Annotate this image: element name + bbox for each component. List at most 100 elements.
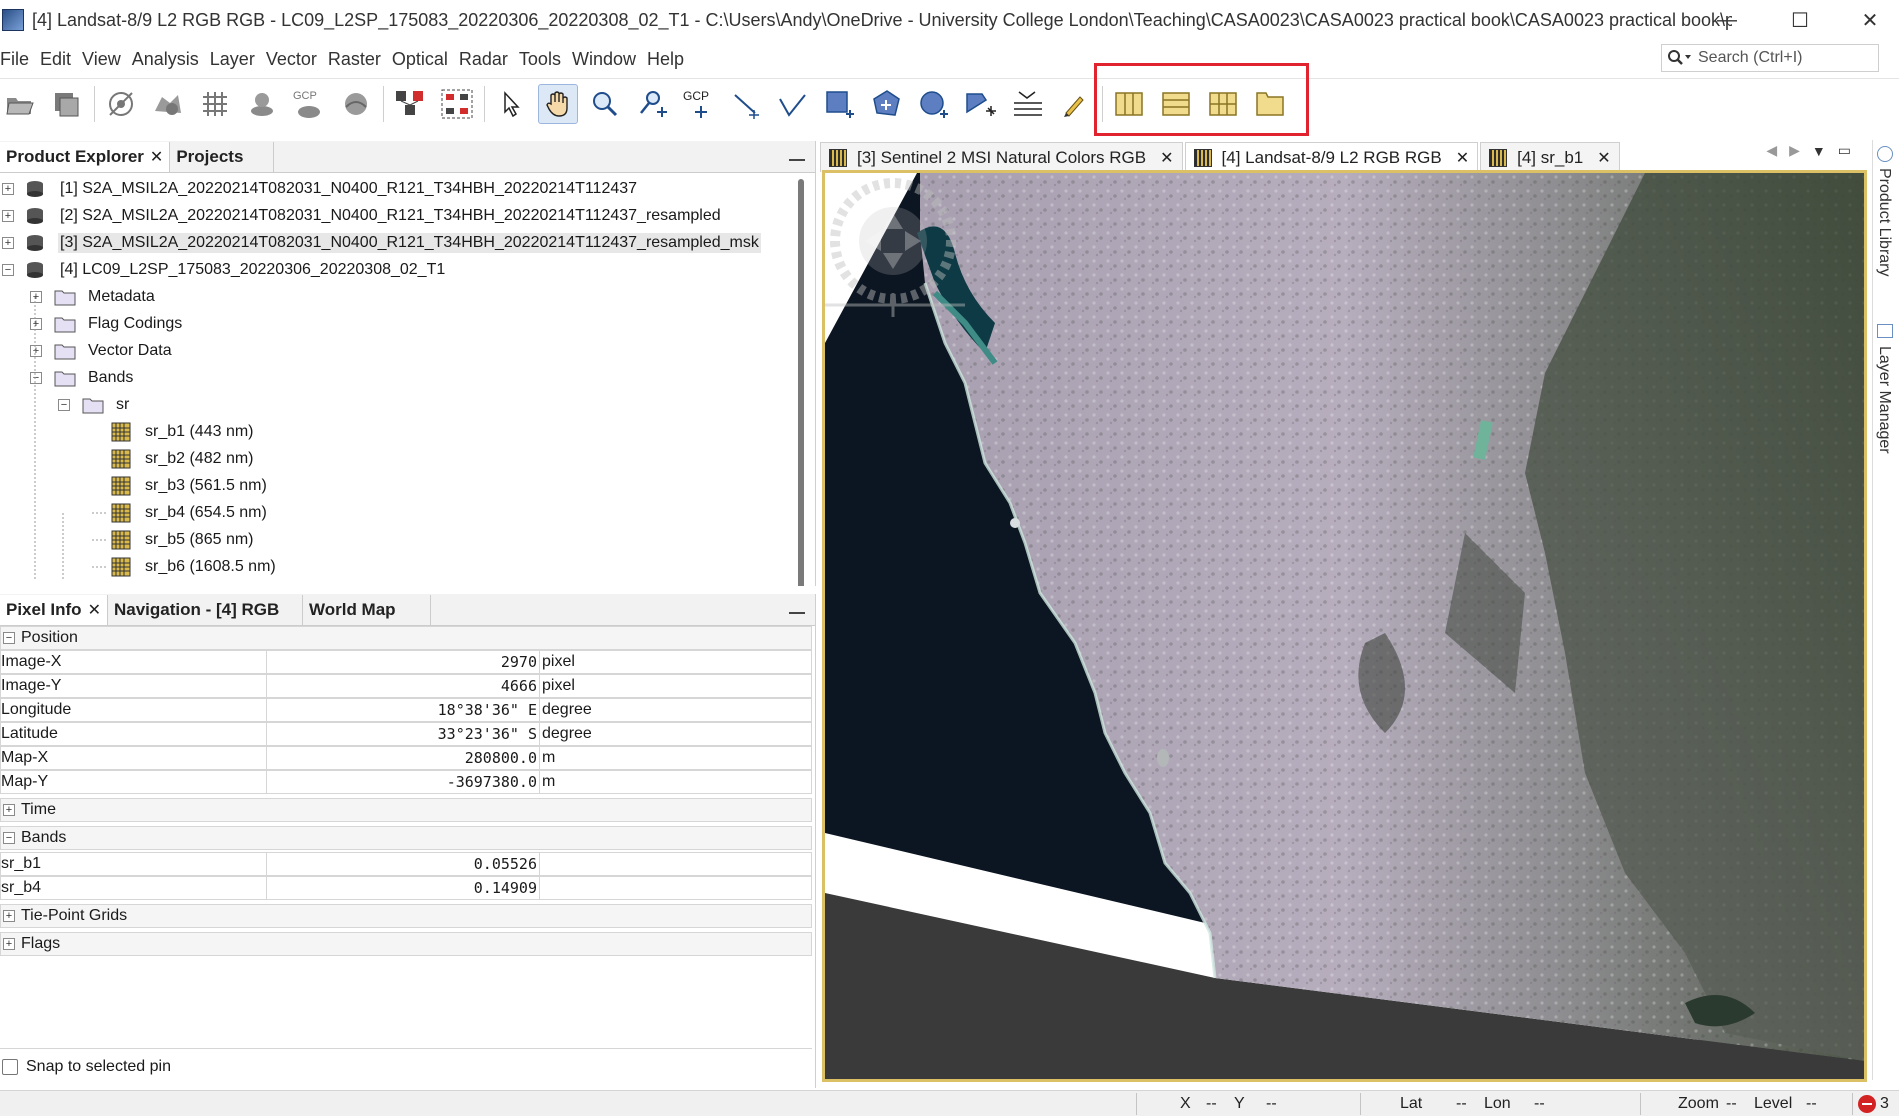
close-icon[interactable]: ✕ [150, 147, 163, 167]
scroll-right-icon[interactable]: ▶ [1789, 142, 1800, 159]
tree-item-band[interactable]: sr_b3 (561.5 nm) [0, 472, 800, 499]
close-icon[interactable]: ✕ [1456, 148, 1469, 168]
section-time[interactable]: + Time [0, 798, 812, 822]
expand-icon[interactable]: + [30, 344, 42, 357]
tree-item-product-4[interactable]: − [4] LC09_L2SP_175083_20220306_20220308… [0, 256, 800, 283]
magic-wand-button[interactable] [961, 84, 1001, 124]
tab-pixel-info[interactable]: Pixel Info ✕ [0, 595, 108, 625]
image-view[interactable] [822, 170, 1867, 1082]
tree-item-metadata[interactable]: + Metadata [0, 283, 800, 310]
close-icon[interactable]: ✕ [88, 600, 101, 620]
tree-item-band[interactable]: sr_b4 (654.5 nm) [0, 499, 800, 526]
tab-navigation[interactable]: Navigation - [4] RGB [108, 595, 303, 625]
map-layer-button[interactable] [148, 84, 188, 124]
polygon-drawing-button[interactable] [867, 84, 907, 124]
gcp-placing-button[interactable]: GCP [679, 84, 719, 124]
rectangle-drawing-button[interactable] [820, 84, 860, 124]
tab-landsat-rgb[interactable]: [4] Landsat-8/9 L2 RGB RGB ✕ [1184, 142, 1479, 172]
tree-item-product-1[interactable]: + [1] S2A_MSIL2A_20220214T082031_N0400_R… [0, 175, 800, 202]
tree-item-band[interactable]: sr_b2 (482 nm) [0, 445, 800, 472]
expand-icon[interactable]: + [3, 804, 15, 816]
tab-product-explorer[interactable]: Product Explorer ✕ [0, 142, 171, 172]
menu-radar[interactable]: Radar [459, 49, 517, 70]
expand-icon[interactable]: + [2, 182, 14, 195]
close-icon[interactable]: ✕ [1597, 148, 1610, 168]
save-product-button[interactable] [47, 84, 87, 124]
pin-placing-button[interactable] [632, 84, 672, 124]
tree-item-product-2[interactable]: + [2] S2A_MSIL2A_20220214T082031_N0400_R… [0, 202, 800, 229]
section-position[interactable]: − Position [0, 626, 812, 650]
tab-world-map[interactable]: World Map [303, 595, 431, 625]
minimize-panel-button[interactable] [789, 600, 805, 614]
collapse-icon[interactable]: − [3, 832, 15, 844]
close-button[interactable]: ✕ [1840, 0, 1899, 40]
layer-manager-icon[interactable] [1877, 324, 1893, 338]
error-count[interactable]: 3 [1880, 1095, 1889, 1113]
section-flags[interactable]: + Flags [0, 932, 812, 956]
menu-analysis[interactable]: Analysis [132, 49, 208, 70]
expand-icon[interactable]: + [30, 290, 42, 303]
maximize-button[interactable]: ☐ [1770, 0, 1830, 40]
expand-icon[interactable]: + [30, 317, 42, 330]
tree-item-vector-data[interactable]: + Vector Data [0, 337, 800, 364]
snap-to-pin-checkbox[interactable] [2, 1058, 18, 1075]
layer-manager-tab[interactable]: Layer Manager [1875, 346, 1893, 454]
select-tool-button[interactable] [491, 84, 531, 124]
range-finder-button[interactable] [1008, 84, 1048, 124]
product-library-tab[interactable]: Product Library [1875, 168, 1893, 277]
tab-sr-b1[interactable]: [4] sr_b1 ✕ [1480, 142, 1620, 172]
menu-edit[interactable]: Edit [40, 49, 80, 70]
collapse-icon[interactable]: − [3, 632, 15, 644]
tree-item-band[interactable]: sr_b1 (443 nm) [0, 418, 800, 445]
pin-tool-button[interactable] [242, 84, 282, 124]
section-bands[interactable]: − Bands [0, 826, 812, 850]
menu-window[interactable]: Window [572, 49, 645, 70]
search-input[interactable]: Search (Ctrl+I) [1661, 44, 1879, 72]
menu-raster[interactable]: Raster [328, 49, 390, 70]
tree-item-sr[interactable]: − sr [0, 391, 800, 418]
scroll-left-icon[interactable]: ◀ [1766, 142, 1777, 159]
product-library-icon[interactable] [1877, 146, 1893, 162]
menu-view[interactable]: View [82, 49, 130, 70]
menu-file[interactable]: File [0, 49, 38, 70]
pencil-tool-button[interactable] [1055, 84, 1095, 124]
menu-help[interactable]: Help [647, 49, 693, 70]
world-overlay-button[interactable] [336, 84, 376, 124]
tree-item-flag-codings[interactable]: + Flag Codings [0, 310, 800, 337]
maximize-view-icon[interactable]: ▭ [1838, 142, 1851, 159]
expand-icon[interactable]: + [2, 236, 14, 249]
tree-item-bands[interactable]: − Bands [0, 364, 800, 391]
toggle-visibility-button[interactable] [101, 84, 141, 124]
zoom-tool-button[interactable] [585, 84, 625, 124]
gcp-tool-button[interactable]: GCP [289, 84, 329, 124]
mask-tool-button[interactable] [390, 84, 430, 124]
menu-vector[interactable]: Vector [266, 49, 326, 70]
open-product-button[interactable] [0, 84, 40, 124]
tab-sentinel-rgb[interactable]: [3] Sentinel 2 MSI Natural Colors RGB ✕ [820, 142, 1183, 172]
minimize-panel-button[interactable] [789, 147, 805, 161]
tree-scrollbar[interactable] [798, 179, 804, 586]
expand-icon[interactable]: + [2, 209, 14, 222]
tab-list-icon[interactable]: ▼ [1812, 143, 1826, 159]
section-tie-point-grids[interactable]: + Tie-Point Grids [0, 904, 812, 928]
minimize-button[interactable]: — [1697, 0, 1757, 40]
close-icon[interactable]: ✕ [1160, 148, 1173, 168]
graticule-button[interactable] [195, 84, 235, 124]
tree-item-band[interactable]: sr_b5 (865 nm) [0, 526, 800, 553]
tab-projects[interactable]: Projects [170, 142, 275, 172]
collapse-icon[interactable]: − [30, 371, 42, 384]
expand-icon[interactable]: + [3, 910, 15, 922]
band-maths-button[interactable] [437, 84, 477, 124]
menu-layer[interactable]: Layer [210, 49, 264, 70]
satellite-image[interactable] [825, 173, 1864, 1079]
error-icon[interactable] [1858, 1095, 1876, 1113]
menu-optical[interactable]: Optical [392, 49, 457, 70]
tree-item-band[interactable]: sr_b6 (1608.5 nm) [0, 553, 800, 580]
expand-icon[interactable]: + [3, 938, 15, 950]
menu-tools[interactable]: Tools [519, 49, 570, 70]
collapse-icon[interactable]: − [2, 263, 14, 276]
polyline-drawing-button[interactable] [773, 84, 813, 124]
tree-item-product-3[interactable]: + [3] S2A_MSIL2A_20220214T082031_N0400_R… [0, 229, 800, 256]
line-drawing-button[interactable] [726, 84, 766, 124]
ellipse-drawing-button[interactable] [914, 84, 954, 124]
